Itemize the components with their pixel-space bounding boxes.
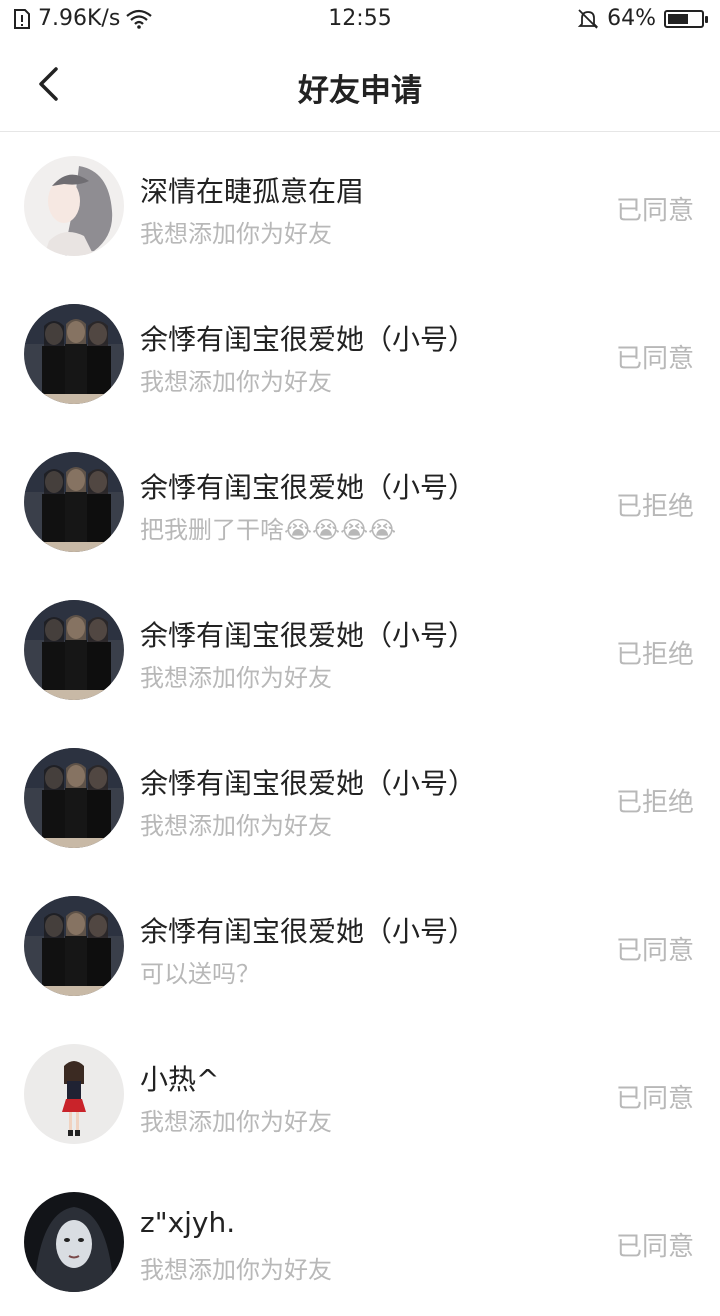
friend-request-list: 深情在睫孤意在眉 我想添加你为好友 已同意 余悸有闺宝很爱她（小号） 我想添加你为好友已… (0, 132, 720, 1316)
request-message: 我想添加你为好友 (140, 664, 332, 692)
avatar[interactable] (24, 156, 124, 256)
request-status: 已拒绝 (615, 492, 694, 522)
request-message: 我想添加你为好友 (140, 368, 332, 396)
list-item[interactable]: z"xjyh. 我想添加你为好友 已同意 (0, 1168, 720, 1316)
request-message: 我想添加你为好友 (140, 220, 332, 248)
status-right: 64% (577, 6, 708, 31)
avatar[interactable] (24, 896, 124, 996)
requester-name: 余悸有闺宝很爱她（小号） (140, 619, 477, 652)
request-status: 已同意 (615, 196, 694, 226)
battery-level (668, 13, 689, 24)
list-item[interactable]: 余悸有闺宝很爱她（小号） 可以送吗？ 已同意 (0, 872, 720, 1020)
request-message: 我想添加你为好友 (140, 812, 332, 840)
request-status: 已同意 (615, 1232, 694, 1262)
list-item[interactable]: 深情在睫孤意在眉我想添加你为好友 已同意 (0, 132, 720, 280)
bell-muted-icon (577, 8, 599, 30)
avatar[interactable] (24, 452, 124, 552)
request-status: 已同意 (615, 344, 694, 374)
avatar[interactable] (24, 1192, 124, 1292)
status-bar: 7.96K/s 12:55 64% (0, 0, 720, 40)
avatar[interactable] (24, 304, 124, 404)
battery-percent: 64% (607, 6, 656, 31)
list-item[interactable]: 余悸有闺宝很爱她（小号） 我想添加你为好友 已拒绝 (0, 724, 720, 872)
requester-name: 余悸有闺宝很爱她（小号） (140, 471, 477, 504)
requester-name: z"xjyh. (140, 1206, 236, 1239)
avatar[interactable] (24, 748, 124, 848)
request-status: 已同意 (615, 1084, 694, 1114)
header: 好友申请 (0, 40, 720, 132)
list-item[interactable]: 余悸有闺宝很爱她（小号） 我想添加你为好友 已拒绝 (0, 576, 720, 724)
request-status: 已同意 (615, 936, 694, 966)
request-status: 已拒绝 (615, 640, 694, 670)
request-message: 我想添加你为好友 (140, 1108, 332, 1136)
page-title: 好友申请 (298, 73, 422, 109)
requester-name: 余悸有闺宝很爱她（小号） (140, 915, 477, 948)
requester-name: 深情在睫孤意在眉 (140, 175, 365, 208)
requester-name: 小热^ (140, 1063, 220, 1096)
request-message: 可以送吗？ (140, 960, 260, 988)
avatar[interactable] (24, 600, 124, 700)
list-item[interactable]: 余悸有闺宝很爱她（小号） 我想添加你为好友 已同意 (0, 280, 720, 428)
requester-name: 余悸有闺宝很爱她（小号） (140, 323, 477, 356)
avatar[interactable] (24, 1044, 124, 1144)
list-item[interactable]: 小热^ 我想添加你为好友 已同意 (0, 1020, 720, 1168)
requester-name: 余悸有闺宝很爱她（小号） (140, 767, 477, 800)
request-status: 已拒绝 (615, 788, 694, 818)
request-message: 把我删了干啥😭😭😭😭 (140, 516, 397, 544)
battery-icon (664, 9, 708, 28)
list-item[interactable]: 余悸有闺宝很爱她（小号） 把我删了干啥😭😭😭😭 已拒绝 (0, 428, 720, 576)
